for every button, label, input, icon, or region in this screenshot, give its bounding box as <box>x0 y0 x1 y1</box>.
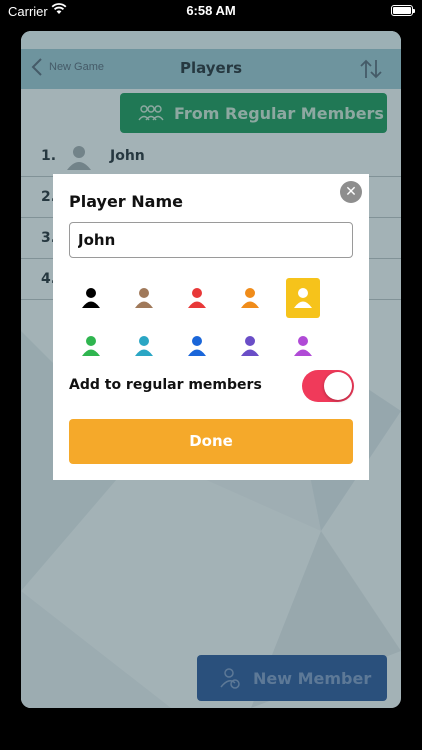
person-icon <box>82 288 100 308</box>
person-icon <box>135 336 153 356</box>
color-option-selected[interactable] <box>286 278 320 318</box>
regular-members-toggle[interactable] <box>302 370 354 402</box>
dialog-title: Player Name <box>69 192 183 211</box>
regular-members-toggle-label: Add to regular members <box>69 377 262 393</box>
person-icon <box>294 288 312 308</box>
person-icon <box>241 288 259 308</box>
battery-icon <box>391 5 415 16</box>
color-option[interactable] <box>127 278 161 318</box>
color-option[interactable] <box>180 326 214 366</box>
color-option[interactable] <box>127 326 161 366</box>
color-option[interactable] <box>74 278 108 318</box>
person-icon <box>241 336 259 356</box>
person-icon <box>294 336 312 356</box>
color-option[interactable] <box>74 326 108 366</box>
player-name-dialog: ✕ Player Name Add to regular members Don… <box>53 174 369 480</box>
color-option[interactable] <box>233 278 267 318</box>
color-option[interactable] <box>233 326 267 366</box>
person-icon <box>188 288 206 308</box>
person-icon <box>135 288 153 308</box>
status-bar: Carrier 6:58 AM <box>0 0 422 24</box>
player-name-input[interactable] <box>69 222 353 258</box>
toggle-knob <box>324 372 352 400</box>
close-icon[interactable]: ✕ <box>340 181 362 203</box>
color-option[interactable] <box>180 278 214 318</box>
person-icon <box>82 336 100 356</box>
color-option[interactable] <box>286 326 320 366</box>
done-button[interactable]: Done <box>69 419 353 464</box>
person-icon <box>188 336 206 356</box>
clock: 6:58 AM <box>186 3 236 18</box>
